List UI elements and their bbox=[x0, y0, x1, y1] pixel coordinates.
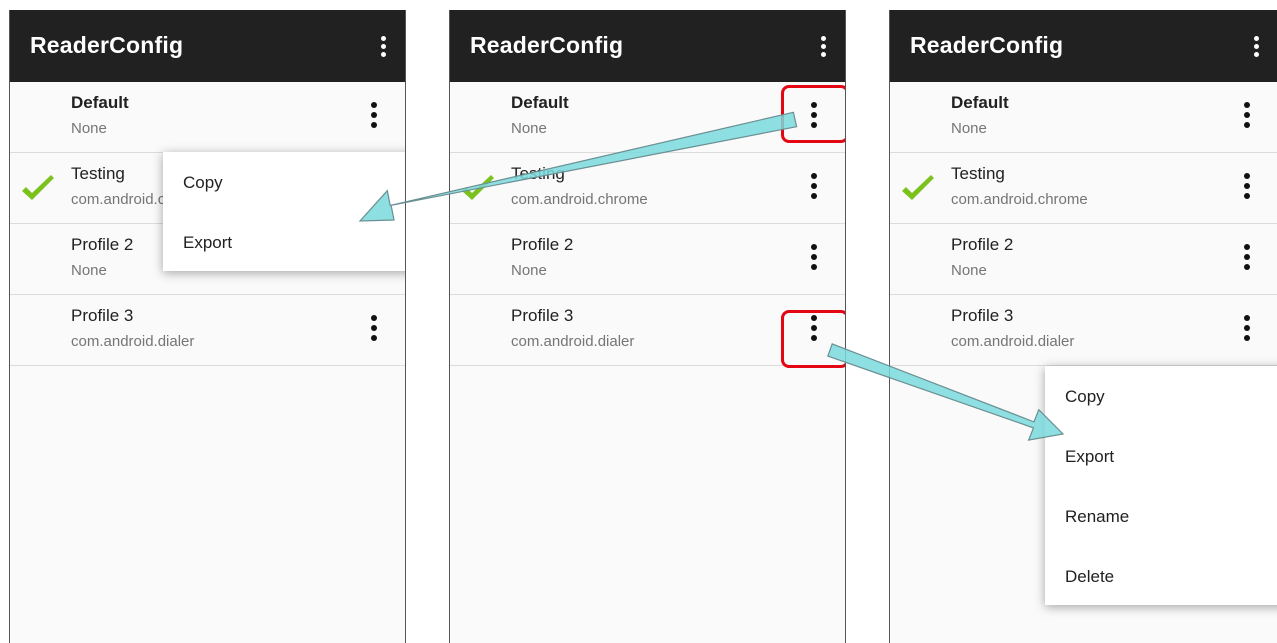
profile-subtitle: None bbox=[951, 262, 987, 279]
profile-name: Testing bbox=[511, 164, 565, 183]
app-title: ReaderConfig bbox=[910, 32, 1064, 58]
profile-subtitle: com.android.dialer bbox=[71, 333, 195, 350]
more-vert-icon[interactable] bbox=[1243, 244, 1251, 274]
profile-name: Profile 2 bbox=[951, 235, 1014, 254]
profile-row-profile-3[interactable]: Profile 3 com.android.dialer bbox=[10, 295, 405, 366]
profile-subtitle: None bbox=[511, 120, 547, 137]
profile-name: Testing bbox=[951, 164, 1005, 183]
profile-row-profile-3[interactable]: Profile 3 com.android.dialer bbox=[890, 295, 1277, 366]
app-title: ReaderConfig bbox=[470, 32, 624, 58]
profile-subtitle: None bbox=[71, 262, 107, 279]
context-menu-full: Copy Export Rename Delete bbox=[1045, 366, 1277, 605]
app-bar: ReaderConfig bbox=[450, 10, 845, 82]
profile-subtitle: None bbox=[511, 262, 547, 279]
menu-item-delete[interactable]: Delete bbox=[1065, 567, 1114, 587]
profile-row-default[interactable]: Default None bbox=[10, 82, 405, 153]
more-vert-icon[interactable] bbox=[1243, 173, 1251, 203]
profile-name: Default bbox=[71, 93, 129, 112]
profile-subtitle: com.android.dialer bbox=[511, 333, 635, 350]
profile-name: Profile 3 bbox=[71, 306, 134, 325]
profile-subtitle: com.android.chrome bbox=[511, 191, 648, 208]
more-vert-icon[interactable] bbox=[810, 244, 818, 274]
menu-item-copy[interactable]: Copy bbox=[1065, 387, 1105, 407]
highlight-box-profile-3-menu bbox=[781, 310, 845, 368]
green-check-icon bbox=[902, 175, 934, 200]
profile-name: Profile 2 bbox=[71, 235, 134, 254]
app-bar: ReaderConfig bbox=[10, 10, 405, 82]
profile-subtitle: None bbox=[951, 120, 987, 137]
profile-subtitle: None bbox=[71, 120, 107, 137]
app-overflow-icon[interactable] bbox=[379, 36, 389, 58]
green-check-icon bbox=[22, 175, 54, 200]
phone-screen-2: ReaderConfig Default None Testing com.an… bbox=[449, 10, 846, 643]
profile-name: Testing bbox=[71, 164, 125, 183]
phone-screen-3: ReaderConfig Default None Testing com.an… bbox=[889, 10, 1277, 643]
menu-item-rename[interactable]: Rename bbox=[1065, 507, 1129, 527]
app-overflow-icon[interactable] bbox=[1252, 36, 1262, 58]
green-check-icon bbox=[462, 175, 494, 200]
highlight-box-default-menu bbox=[781, 85, 845, 143]
profile-name: Profile 3 bbox=[951, 306, 1014, 325]
app-bar: ReaderConfig bbox=[890, 10, 1277, 82]
profile-name: Default bbox=[511, 93, 569, 112]
context-menu-short: Copy Export bbox=[163, 152, 405, 271]
phone-screen-1: ReaderConfig Default None Testing com.an… bbox=[9, 10, 406, 643]
app-overflow-icon[interactable] bbox=[819, 36, 829, 58]
profile-name: Profile 2 bbox=[511, 235, 574, 254]
profile-row-profile-2[interactable]: Profile 2 None bbox=[890, 224, 1277, 295]
more-vert-icon[interactable] bbox=[810, 173, 818, 203]
profile-row-profile-2[interactable]: Profile 2 None bbox=[450, 224, 845, 295]
more-vert-icon[interactable] bbox=[370, 102, 378, 132]
profile-subtitle: com.android.chrome bbox=[951, 191, 1088, 208]
menu-item-export[interactable]: Export bbox=[183, 233, 232, 253]
profile-subtitle: com.android.dialer bbox=[951, 333, 1075, 350]
more-vert-icon[interactable] bbox=[370, 315, 378, 345]
profile-row-testing[interactable]: Testing com.android.chrome bbox=[450, 153, 845, 224]
more-vert-icon[interactable] bbox=[1243, 102, 1251, 132]
profile-name: Default bbox=[951, 93, 1009, 112]
profile-row-testing[interactable]: Testing com.android.chrome bbox=[890, 153, 1277, 224]
profile-name: Profile 3 bbox=[511, 306, 574, 325]
menu-item-export[interactable]: Export bbox=[1065, 447, 1114, 467]
more-vert-icon[interactable] bbox=[1243, 315, 1251, 345]
app-title: ReaderConfig bbox=[30, 32, 184, 58]
profile-row-default[interactable]: Default None bbox=[890, 82, 1277, 153]
menu-item-copy[interactable]: Copy bbox=[183, 173, 223, 193]
